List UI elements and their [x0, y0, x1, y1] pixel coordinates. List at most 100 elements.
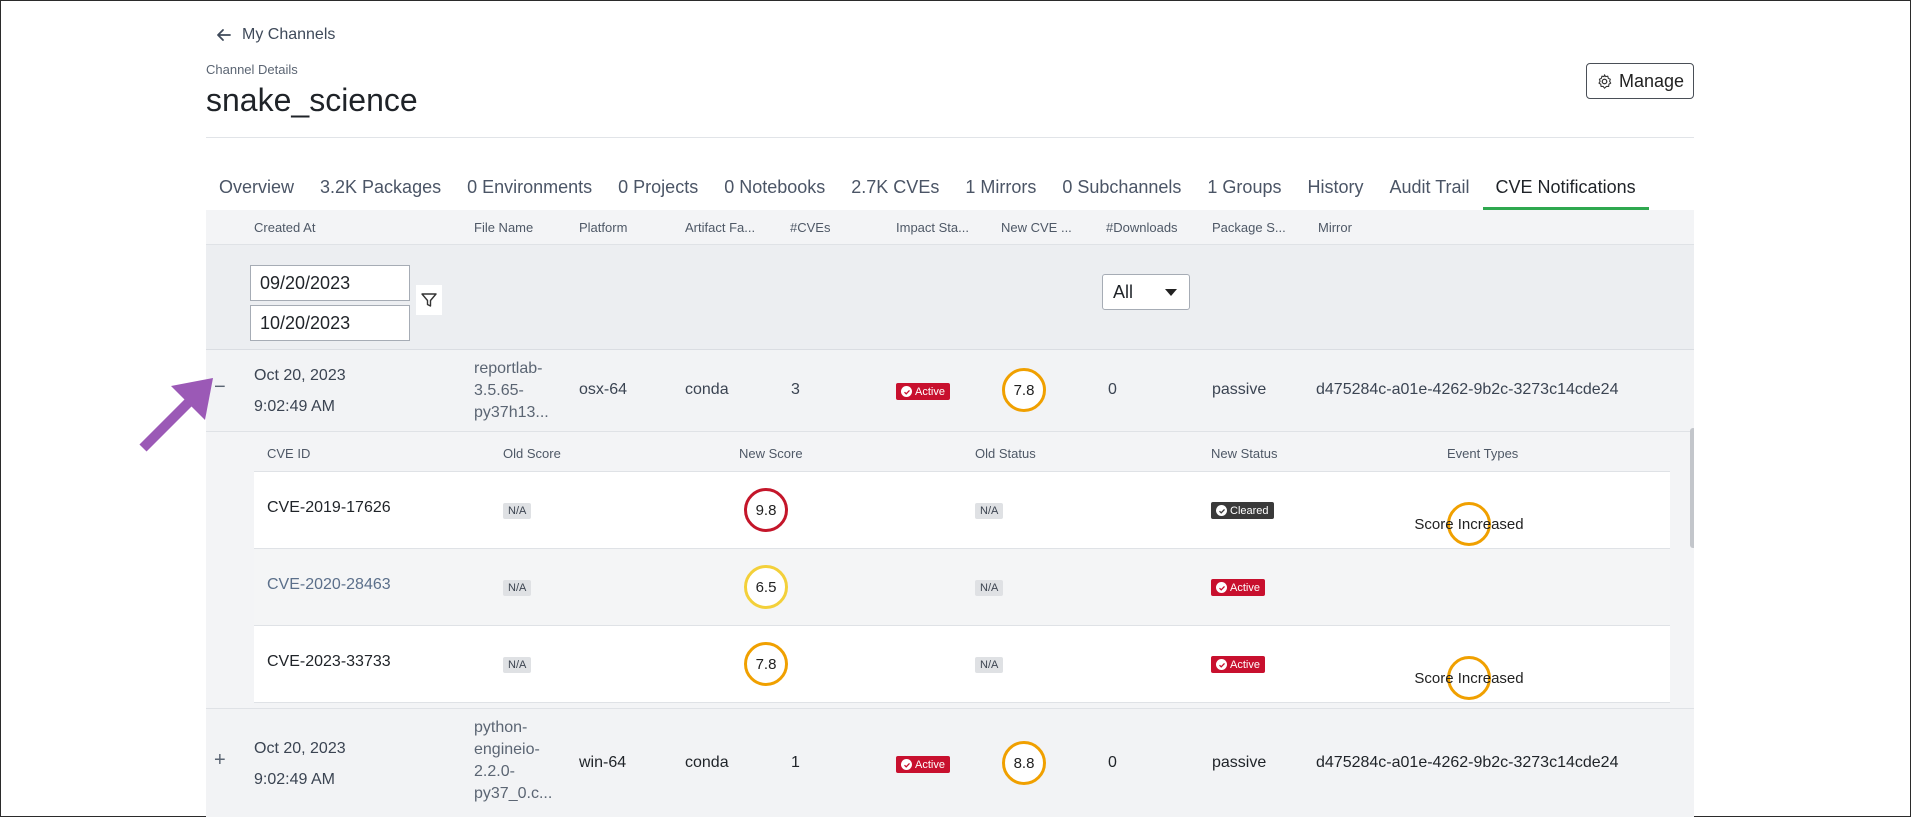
cve-id[interactable]: CVE-2019-17626 [267, 499, 391, 517]
page-title: snake_science [206, 82, 418, 118]
column-header-mirror[interactable]: Mirror [1318, 220, 1352, 235]
event-type-badge: Score Increased [1414, 502, 1524, 546]
created-at-cell: Oct 20, 2023 9:02:49 AM [254, 360, 346, 422]
subtable-scrollbar[interactable] [1690, 428, 1694, 548]
column-header-new-cve-score[interactable]: New CVE ... [1001, 220, 1072, 235]
column-header-created-at[interactable]: Created At [254, 220, 315, 235]
impact-status-badge: Active [896, 756, 950, 773]
cve-count-cell: 3 [791, 381, 800, 398]
header-divider [206, 137, 1694, 138]
filter-row: All [206, 245, 1694, 350]
new-score-circle: 7.8 [744, 642, 788, 686]
filter-icon [421, 293, 437, 307]
new-score-circle: 9.8 [744, 488, 788, 532]
score-value: 7.8 [1013, 381, 1035, 399]
manage-button[interactable]: Manage [1586, 63, 1694, 99]
score-value: 6.5 [755, 578, 777, 596]
gear-icon [1598, 73, 1612, 89]
date-to-input[interactable] [250, 305, 410, 341]
created-time: 9:02:49 AM [254, 771, 335, 788]
tab-history[interactable]: History [1294, 170, 1376, 210]
created-at-cell: Oct 20, 2023 9:02:49 AM [254, 733, 346, 795]
check-circle-icon [901, 759, 912, 770]
subtable-header: CVE ID Old Score New Score Old Status Ne… [254, 432, 1670, 472]
new-status-badge: Active [1211, 579, 1265, 596]
back-link[interactable]: My Channels [216, 26, 335, 44]
table-header: Created At File Name Platform Artifact F… [206, 210, 1694, 245]
platform-cell: win-64 [579, 754, 627, 771]
new-score-circle: 6.5 [744, 565, 788, 609]
new-cve-score-circle: 8.8 [1002, 741, 1046, 785]
check-circle-icon [1216, 505, 1227, 516]
column-header-artifact-family[interactable]: Artifact Fa... [685, 220, 755, 235]
subcolumn-old-status[interactable]: Old Status [975, 446, 1036, 461]
tab-cves[interactable]: 2.7K CVEs [838, 170, 952, 210]
subcolumn-event-types[interactable]: Event Types [1447, 446, 1518, 461]
tab-subchannels[interactable]: 0 Subchannels [1049, 170, 1194, 210]
old-status-na: N/A [975, 657, 1004, 673]
tab-projects[interactable]: 0 Projects [605, 170, 711, 210]
tab-packages[interactable]: 3.2K Packages [307, 170, 454, 210]
channel-tabs: Overview 3.2K Packages 0 Environments 0 … [206, 170, 1649, 210]
table-row[interactable]: − Oct 20, 2023 9:02:49 AM reportlab- 3.5… [206, 350, 1694, 432]
back-link-label: My Channels [242, 26, 336, 43]
subcolumn-old-score[interactable]: Old Score [503, 446, 561, 461]
column-header-file-name[interactable]: File Name [474, 220, 533, 235]
impact-status-label: Active [915, 385, 945, 398]
subcolumn-new-score[interactable]: New Score [739, 446, 803, 461]
old-score-na: N/A [503, 580, 532, 596]
subcolumn-new-status[interactable]: New Status [1211, 446, 1277, 461]
subtable-row[interactable]: CVE-2023-33733 N/A 7.8 N/A Active Score … [254, 626, 1670, 703]
annotation-arrow-icon [139, 378, 213, 452]
cve-id[interactable]: CVE-2020-28463 [267, 576, 391, 594]
new-status-label: Active [1230, 658, 1260, 671]
new-status-label: Cleared [1230, 504, 1269, 517]
mirror-cell: d475284c-a01e-4262-9b2c-3273c14cde24 [1316, 381, 1619, 398]
column-header-cves[interactable]: #CVEs [790, 220, 830, 235]
downloads-filter-select[interactable]: All [1102, 274, 1190, 310]
old-score-na: N/A [503, 503, 532, 519]
tab-cve-notifications[interactable]: CVE Notifications [1482, 170, 1649, 210]
platform-cell: osx-64 [579, 381, 628, 398]
check-circle-icon [1216, 582, 1227, 593]
downloads-cell: 0 [1108, 754, 1117, 771]
cve-id[interactable]: CVE-2023-33733 [267, 653, 391, 671]
column-header-package-status[interactable]: Package S... [1212, 220, 1286, 235]
tab-mirrors[interactable]: 1 Mirrors [952, 170, 1049, 210]
file-name-line: py37_0.c... [474, 785, 553, 802]
table-row[interactable]: + Oct 20, 2023 9:02:49 AM python- engine… [206, 708, 1694, 817]
file-name-line: 3.5.65- [474, 382, 524, 399]
column-header-impact-status[interactable]: Impact Sta... [896, 220, 969, 235]
date-filter-button[interactable] [416, 285, 442, 315]
cve-count-cell: 1 [791, 754, 800, 771]
artifact-family-cell: conda [685, 754, 729, 771]
downloads-filter-value: All [1113, 282, 1134, 302]
score-value: 9.8 [755, 501, 777, 519]
subtable-row[interactable]: CVE-2019-17626 N/A 9.8 N/A Cleared Score… [254, 472, 1670, 549]
date-from-input[interactable] [250, 265, 410, 301]
tab-audit-trail[interactable]: Audit Trail [1376, 170, 1482, 210]
expand-row-toggle[interactable]: + [214, 749, 226, 772]
file-name-line: 2.2.0- [474, 763, 515, 780]
old-status-na: N/A [975, 503, 1004, 519]
check-circle-icon [901, 386, 912, 397]
downloads-cell: 0 [1108, 381, 1117, 398]
subcolumn-cve-id[interactable]: CVE ID [267, 446, 310, 461]
package-status-cell: passive [1212, 381, 1267, 398]
created-time: 9:02:49 AM [254, 398, 335, 415]
package-status-cell: passive [1212, 754, 1267, 771]
tab-groups[interactable]: 1 Groups [1194, 170, 1294, 210]
column-header-platform[interactable]: Platform [579, 220, 627, 235]
tab-environments[interactable]: 0 Environments [454, 170, 605, 210]
tab-notebooks[interactable]: 0 Notebooks [711, 170, 838, 210]
column-header-downloads[interactable]: #Downloads [1106, 220, 1178, 235]
artifact-family-cell: conda [685, 381, 729, 398]
impact-status-label: Active [915, 758, 945, 771]
file-name-cell: reportlab- 3.5.65- py37h13... [474, 358, 554, 424]
subtable-row[interactable]: CVE-2020-28463 N/A 6.5 N/A Active [254, 549, 1670, 626]
tab-overview[interactable]: Overview [206, 170, 307, 210]
page-subtitle: Channel Details [206, 62, 298, 77]
cve-detail-subtable: CVE ID Old Score New Score Old Status Ne… [254, 432, 1670, 703]
caret-down-icon [1165, 289, 1177, 296]
old-status-na: N/A [975, 580, 1004, 596]
